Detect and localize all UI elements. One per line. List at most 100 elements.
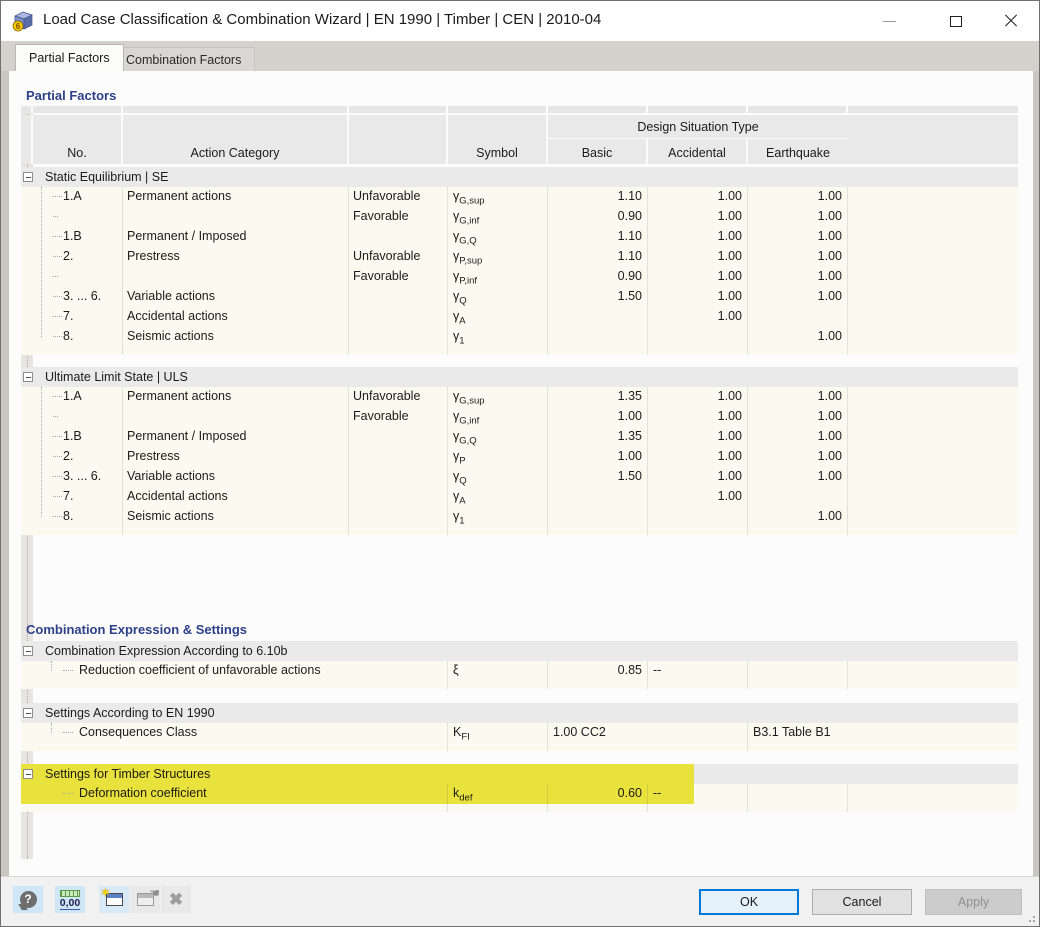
cell-symbol: γQ bbox=[448, 287, 548, 307]
cell-earthquake[interactable]: 1.00 bbox=[748, 387, 848, 407]
cell-earthquake[interactable]: 1.00 bbox=[748, 327, 848, 347]
new-entry-button[interactable]: ✶ bbox=[99, 886, 129, 913]
resize-grip[interactable] bbox=[1025, 912, 1035, 922]
cell-value[interactable]: 1.00 CC2 bbox=[548, 723, 748, 743]
collapse-toggle-icon[interactable] bbox=[23, 372, 33, 382]
cell-accidental[interactable]: 1.00 bbox=[648, 427, 748, 447]
cell-favorability[interactable]: Unfavorable bbox=[349, 247, 448, 267]
cell-symbol: γA bbox=[448, 307, 548, 327]
tail-cell bbox=[848, 804, 1018, 812]
table-row: 8. Seismic actions γ1 1.00 bbox=[21, 507, 1018, 527]
cell-basic[interactable]: 1.10 bbox=[548, 227, 648, 247]
table-row: 7. Accidental actions γA 1.00 bbox=[21, 487, 1018, 507]
help-button[interactable] bbox=[13, 886, 43, 913]
tab-combination-factors[interactable]: Combination Factors bbox=[112, 47, 256, 71]
cell-earthquake[interactable]: 1.00 bbox=[748, 267, 848, 287]
header-earthquake: Earthquake bbox=[748, 139, 848, 164]
cell-earthquake[interactable]: 1.00 bbox=[748, 467, 848, 487]
cell-earthquake[interactable]: 1.00 bbox=[748, 227, 848, 247]
cell-no: 8. bbox=[33, 507, 123, 527]
tail-cell bbox=[33, 347, 123, 355]
apply-button[interactable]: Apply bbox=[925, 889, 1022, 915]
row-gutter bbox=[21, 287, 33, 307]
cell-accidental[interactable]: 1.00 bbox=[648, 267, 748, 287]
cell-accidental[interactable]: 1.00 bbox=[648, 187, 748, 207]
cell-earthquake[interactable]: 1.00 bbox=[748, 287, 848, 307]
tail-cell bbox=[548, 681, 648, 689]
cell-accidental[interactable]: 1.00 bbox=[648, 467, 748, 487]
minimize-button[interactable] bbox=[871, 1, 907, 41]
cell-action-category: Prestress bbox=[123, 247, 349, 267]
cell-accidental[interactable]: 1.00 bbox=[648, 407, 748, 427]
tab-partial-factors[interactable]: Partial Factors bbox=[15, 44, 124, 71]
cell-favorability[interactable]: Unfavorable bbox=[349, 387, 448, 407]
import-settings-button[interactable]: ☚ bbox=[130, 886, 160, 913]
collapse-toggle-icon[interactable] bbox=[23, 769, 33, 779]
table-row: Consequences Class KFI 1.00 CC2 B3.1 Table … bbox=[21, 723, 1018, 743]
symbol-subscript: Q bbox=[459, 475, 467, 487]
cell-basic[interactable]: 1.00 bbox=[548, 447, 648, 467]
cell-basic bbox=[548, 487, 648, 507]
cell-value[interactable]: 0.85 bbox=[548, 661, 648, 681]
cell-accidental[interactable]: 1.00 bbox=[648, 207, 748, 227]
delete-button[interactable]: ✖ bbox=[161, 886, 191, 913]
cell-earthquake[interactable]: 1.00 bbox=[748, 187, 848, 207]
cell-basic[interactable]: 0.90 bbox=[548, 267, 648, 287]
cell-accidental[interactable]: 1.00 bbox=[648, 247, 748, 267]
cell-accidental[interactable]: 1.00 bbox=[648, 287, 748, 307]
cell-symbol: γG,inf bbox=[448, 207, 548, 227]
cell-accidental[interactable]: 1.00 bbox=[648, 447, 748, 467]
cell-accidental[interactable]: 1.00 bbox=[648, 307, 748, 327]
cell-earthquake[interactable]: 1.00 bbox=[748, 407, 848, 427]
header-action-category: Action Category bbox=[123, 115, 349, 164]
cell-no: 1.A bbox=[33, 187, 123, 207]
group-rows: Reduction coefficient of unfavorable act… bbox=[21, 661, 1018, 681]
cell-basic[interactable]: 1.00 bbox=[548, 407, 648, 427]
cell-basic[interactable]: 1.10 bbox=[548, 187, 648, 207]
table-row: Deformation coefficient kdef 0.60 -- bbox=[21, 784, 1018, 804]
cancel-button[interactable]: Cancel bbox=[812, 889, 912, 915]
table-row: 7. Accidental actions γA 1.00 bbox=[21, 307, 1018, 327]
tail-cell bbox=[21, 527, 33, 535]
cell-favorability[interactable]: Favorable bbox=[349, 207, 448, 227]
cell-blank bbox=[848, 267, 1018, 287]
help-icon bbox=[19, 891, 37, 908]
cell-favorability[interactable]: Favorable bbox=[349, 267, 448, 287]
cell-no: 2. bbox=[33, 447, 123, 467]
cell-earthquake[interactable]: 1.00 bbox=[748, 427, 848, 447]
close-button[interactable] bbox=[993, 1, 1029, 41]
cell-favorability[interactable]: Favorable bbox=[349, 407, 448, 427]
cell-earthquake[interactable]: 1.00 bbox=[748, 247, 848, 267]
star-icon: ✶ bbox=[100, 885, 111, 900]
tail-cell bbox=[123, 527, 349, 535]
units-decimal-places-button[interactable]: 0,00 bbox=[55, 886, 85, 913]
cell-accidental[interactable]: 1.00 bbox=[648, 487, 748, 507]
cell-favorability bbox=[349, 307, 448, 327]
cell-earthquake[interactable]: 1.00 bbox=[748, 207, 848, 227]
collapse-toggle-icon[interactable] bbox=[23, 708, 33, 718]
cell-basic[interactable]: 1.35 bbox=[548, 387, 648, 407]
cell-favorability[interactable]: Unfavorable bbox=[349, 187, 448, 207]
cell-earthquake[interactable]: 1.00 bbox=[748, 507, 848, 527]
cell-value[interactable]: 0.60 bbox=[548, 784, 648, 804]
cell-accidental[interactable]: 1.00 bbox=[648, 387, 748, 407]
group-title: Settings According to EN 1990 bbox=[45, 706, 215, 720]
header-design-situation-block: Design Situation Type Basic Accidental E… bbox=[548, 115, 848, 164]
symbol-subscript: A bbox=[459, 315, 466, 327]
table-filter-strip bbox=[21, 106, 1018, 113]
cell-earthquake[interactable]: 1.00 bbox=[748, 447, 848, 467]
cell-action-category bbox=[123, 207, 349, 227]
group-rows: Consequences Class KFI 1.00 CC2 B3.1 Table … bbox=[21, 723, 1018, 743]
maximize-button[interactable] bbox=[938, 1, 974, 41]
cell-accidental[interactable]: 1.00 bbox=[648, 227, 748, 247]
cell-symbol: γP,sup bbox=[448, 247, 548, 267]
cell-basic[interactable]: 1.50 bbox=[548, 287, 648, 307]
cell-no: 7. bbox=[33, 307, 123, 327]
ok-button[interactable]: OK bbox=[699, 889, 799, 915]
cell-basic[interactable]: 0.90 bbox=[548, 207, 648, 227]
collapse-toggle-icon[interactable] bbox=[23, 172, 33, 182]
cell-basic[interactable]: 1.35 bbox=[548, 427, 648, 447]
cell-basic[interactable]: 1.10 bbox=[548, 247, 648, 267]
collapse-toggle-icon[interactable] bbox=[23, 646, 33, 656]
cell-basic[interactable]: 1.50 bbox=[548, 467, 648, 487]
